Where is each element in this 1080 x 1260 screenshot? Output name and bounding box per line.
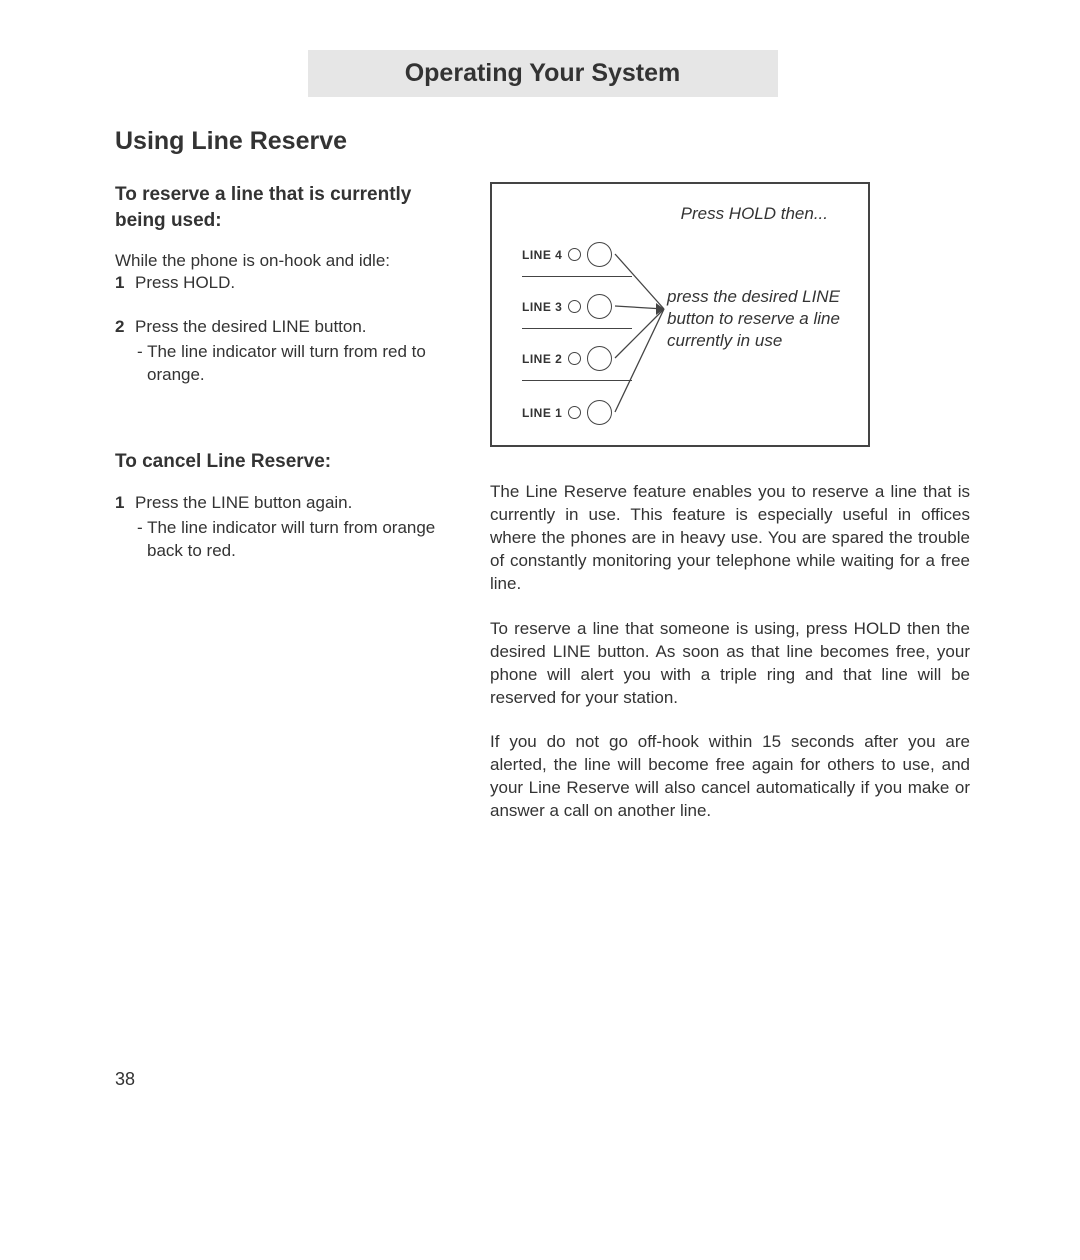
reserve-step-2-sub: - The line indicator will turn from red … xyxy=(147,341,445,387)
page-title: Using Line Reserve xyxy=(115,127,970,156)
paragraph-1: The Line Reserve feature enables you to … xyxy=(490,481,970,596)
reserve-heading: To reserve a line that is cur­rently bei… xyxy=(115,182,445,233)
diagram-callout: press the desired LINE button to reserve… xyxy=(667,286,847,352)
step-text: Press the desired LINE button. xyxy=(135,317,367,337)
left-column: To reserve a line that is cur­rently bei… xyxy=(115,182,445,845)
reserve-step-2: 2 Press the desired LINE button. xyxy=(115,317,445,337)
cancel-step-1-sub: - The line indicator will turn from oran… xyxy=(147,517,445,563)
line-diagram: Press HOLD then... LINE 4 LINE 3 LINE 2 xyxy=(490,182,870,447)
header-band: Operating Your System xyxy=(308,50,778,97)
step-number: 1 xyxy=(115,273,129,293)
right-column: Press HOLD then... LINE 4 LINE 3 LINE 2 xyxy=(490,182,970,845)
reserve-intro: While the phone is on-hook and idle: xyxy=(115,251,445,271)
step-number: 2 xyxy=(115,317,129,337)
page-number: 38 xyxy=(115,1069,135,1090)
cancel-step-1: 1 Press the LINE button again. xyxy=(115,493,445,513)
reserve-step-1: 1 Press HOLD. xyxy=(115,273,445,293)
header-title: Operating Your System xyxy=(308,59,778,88)
step-number: 1 xyxy=(115,493,129,513)
step-text: Press the LINE button again. xyxy=(135,493,352,513)
paragraph-2: To reserve a line that someone is using,… xyxy=(490,618,970,710)
paragraph-3: If you do not go off-hook within 15 seco… xyxy=(490,731,970,823)
step-text: Press HOLD. xyxy=(135,273,235,293)
content-columns: To reserve a line that is cur­rently bei… xyxy=(115,182,970,845)
manual-page: Operating Your System Using Line Reserve… xyxy=(0,0,1080,1260)
cancel-heading: To cancel Line Reserve: xyxy=(115,449,445,475)
